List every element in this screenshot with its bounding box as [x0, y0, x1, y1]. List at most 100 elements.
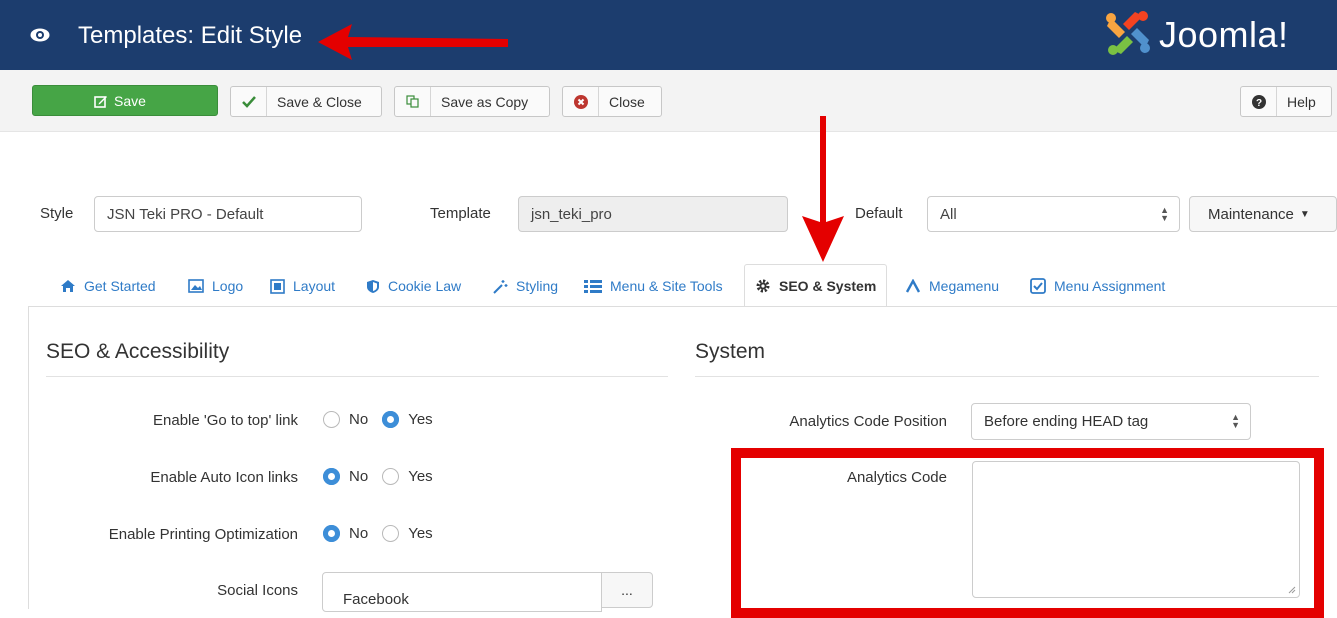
- style-title-value: JSN Teki PRO - Default: [107, 205, 264, 223]
- svg-text:?: ?: [1255, 98, 1261, 109]
- help-label: Help: [1287, 93, 1316, 110]
- analytics-code-textarea[interactable]: [972, 461, 1300, 598]
- social-icons-more-button[interactable]: ...: [601, 572, 653, 608]
- joomla-logo-icon: [1106, 11, 1150, 55]
- radio-label: No: [349, 525, 369, 542]
- annotation-arrow-left: [318, 24, 508, 60]
- radio-label: Yes: [408, 525, 433, 542]
- analytics-position-label: Analytics Code Position: [789, 413, 947, 430]
- radio-icon: [382, 468, 400, 485]
- auto-icon-links-yes-option[interactable]: Yes: [382, 468, 433, 485]
- wand-icon: [493, 279, 508, 294]
- go-to-top-yes-option[interactable]: Yes: [382, 411, 433, 428]
- default-label: Default: [855, 205, 903, 222]
- tab-label: Logo: [212, 278, 244, 294]
- select-arrows-icon: ▲ ▼: [1231, 412, 1240, 430]
- radio-checked-icon: [323, 525, 340, 542]
- tab-logo[interactable]: Logo: [188, 266, 243, 306]
- square-icon: [270, 278, 285, 294]
- caret-icon: [905, 279, 921, 293]
- header-bar: Templates: Edit Style Joomla!: [0, 0, 1337, 70]
- printing-optimization-yes-option[interactable]: Yes: [382, 525, 433, 542]
- auto-icon-links-no-option[interactable]: No: [323, 468, 368, 485]
- annotation-arrow-down: [802, 116, 844, 262]
- radio-icon: [382, 525, 400, 542]
- analytics-position-value: Before ending HEAD tag: [984, 413, 1149, 430]
- tab-menu-assignment[interactable]: Menu Assignment: [1030, 266, 1165, 306]
- template-input: jsn_teki_pro: [518, 196, 788, 232]
- tab-label: SEO & System: [779, 277, 877, 294]
- eye-icon: [30, 28, 50, 42]
- social-icons-list[interactable]: Facebook: [322, 572, 602, 612]
- checkbox-icon: [1030, 278, 1046, 294]
- social-icons-label: Social Icons: [217, 582, 298, 599]
- question-icon: ?: [1241, 87, 1277, 116]
- close-button[interactable]: Close: [562, 86, 662, 117]
- tab-megamenu[interactable]: Megamenu: [905, 266, 999, 306]
- help-button[interactable]: ? Help: [1240, 86, 1332, 117]
- radio-checked-icon: [382, 411, 400, 428]
- default-value: All: [940, 205, 957, 223]
- analytics-code-label: Analytics Code: [846, 469, 947, 486]
- go-to-top-radio-group: No Yes: [323, 411, 447, 428]
- tab-cookie-law[interactable]: Cookie Law: [366, 266, 461, 306]
- save-label: Save: [114, 92, 146, 109]
- tab-layout[interactable]: Layout: [270, 266, 335, 306]
- style-label: Style: [40, 205, 74, 222]
- caret-down-icon: ▼: [1299, 208, 1310, 220]
- seo-section-title: SEO & Accessibility: [46, 340, 230, 363]
- tabs-divider: [28, 306, 1337, 307]
- list-icon: [584, 279, 602, 293]
- system-section-rule: [695, 376, 1319, 377]
- style-title-input[interactable]: JSN Teki PRO - Default: [94, 196, 362, 232]
- shield-icon: [367, 279, 379, 293]
- maintenance-label: Maintenance: [1208, 205, 1294, 223]
- go-to-top-label: Enable 'Go to top' link: [153, 412, 298, 429]
- tab-label: Menu Assignment: [1054, 278, 1166, 294]
- save-as-copy-button[interactable]: Save as Copy: [394, 86, 550, 117]
- radio-checked-icon: [323, 468, 340, 485]
- tab-label: Cookie Law: [388, 278, 462, 294]
- save-close-label: Save & Close: [277, 93, 362, 110]
- joomla-logo: Joomla!: [1103, 8, 1333, 64]
- radio-icon: [323, 411, 340, 428]
- tab-label: Styling: [516, 278, 559, 294]
- panel-border: [28, 306, 29, 609]
- gear-icon: [756, 279, 770, 292]
- printing-optimization-radio-group: No Yes: [323, 525, 447, 542]
- social-icon-item: Facebook: [343, 591, 409, 608]
- printing-optimization-label: Enable Printing Optimization: [108, 526, 298, 543]
- check-icon: [231, 87, 267, 116]
- auto-icon-links-radio-group: No Yes: [323, 468, 447, 485]
- tab-get-started[interactable]: Get Started: [60, 266, 156, 306]
- home-icon: [61, 280, 75, 292]
- close-label: Close: [609, 93, 645, 110]
- save-close-button[interactable]: Save & Close: [230, 86, 382, 117]
- image-icon: [188, 279, 204, 293]
- select-arrows-icon: ▲ ▼: [1160, 205, 1169, 223]
- go-to-top-no-option[interactable]: No: [323, 411, 368, 428]
- maintenance-dropdown[interactable]: Maintenance ▼: [1189, 196, 1337, 232]
- page-title: Templates: Edit Style: [78, 22, 303, 49]
- seo-section-rule: [46, 376, 668, 377]
- template-label: Template: [430, 205, 491, 222]
- resize-grip-icon[interactable]: [1288, 586, 1296, 594]
- joomla-wordmark: Joomla!: [1159, 14, 1289, 55]
- tab-seo-system[interactable]: SEO & System: [744, 264, 888, 307]
- tab-label: Get Started: [84, 278, 156, 294]
- save-button[interactable]: Save: [32, 85, 218, 116]
- auto-icon-links-label: Enable Auto Icon links: [150, 469, 298, 486]
- radio-label: Yes: [408, 468, 433, 485]
- radio-label: Yes: [408, 411, 433, 428]
- analytics-position-select[interactable]: Before ending HEAD tag ▲ ▼: [971, 403, 1251, 440]
- printing-optimization-no-option[interactable]: No: [323, 525, 368, 542]
- edit-icon: [94, 95, 108, 108]
- save-as-copy-label: Save as Copy: [441, 93, 529, 110]
- system-section-title: System: [695, 340, 766, 363]
- toolbar: Save Save & Close Save as Copy Close ? H…: [0, 70, 1337, 132]
- tab-styling[interactable]: Styling: [492, 266, 558, 306]
- default-select[interactable]: All ▲ ▼: [927, 196, 1180, 232]
- template-value: jsn_teki_pro: [531, 205, 612, 223]
- tab-menu-site-tools[interactable]: Menu & Site Tools: [584, 266, 723, 306]
- radio-label: No: [349, 411, 369, 428]
